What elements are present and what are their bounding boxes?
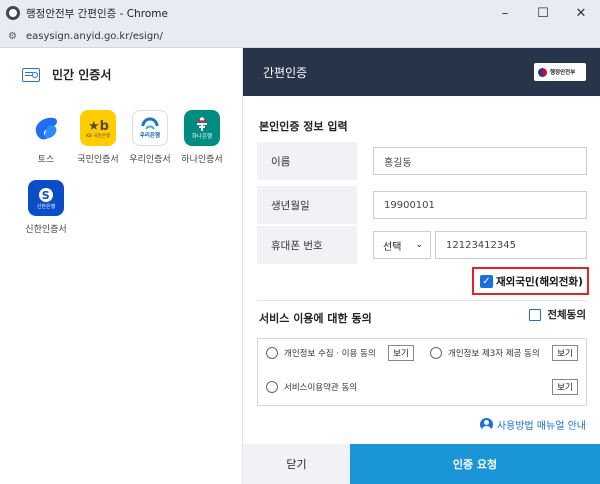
shinhan-logo-text: 신한은행 <box>36 203 56 210</box>
certificate-icon <box>22 67 40 82</box>
gov-logo-text: 행정안전부 <box>550 70 576 76</box>
name-label: 이름 <box>257 142 357 180</box>
radio-icon[interactable] <box>266 381 278 393</box>
name-input[interactable]: 홍길동 <box>373 147 587 175</box>
simple-auth-panel: 간편인증 행정안전부 본인인증 정보 입력 이름 홍길동 생년월일 199001… <box>243 48 600 484</box>
identity-section-title: 본인인증 정보 입력 <box>259 120 348 133</box>
close-window-button[interactable]: ✕ <box>562 0 600 26</box>
hana-logo-text: 하나은행 <box>191 134 213 140</box>
carrier-select[interactable]: 선택 ⌄ <box>373 231 431 259</box>
provider-name: 국민인증서 <box>77 155 119 165</box>
taegeuk-icon <box>538 67 547 77</box>
carrier-select-value: 선택 <box>383 241 402 253</box>
auth-title: 간편인증 <box>263 65 308 80</box>
toss-logo-icon <box>28 110 64 146</box>
provider-woori[interactable]: 우리은행 우리인증서 <box>124 110 176 165</box>
kb-logo-text: KB 국민은행 <box>85 134 111 139</box>
private-cert-panel: 민간 인증서 토스 ★b KB 국민은행 국민인증서 우리은행 우리인증서 하나… <box>0 48 243 484</box>
private-cert-header: 민간 인증서 <box>22 66 111 83</box>
consent-terms[interactable]: 서비스이용약관 동의 <box>266 381 357 393</box>
name-row: 이름 홍길동 <box>257 142 587 180</box>
overseas-label[interactable]: 재외국민(해외전화) <box>496 274 583 289</box>
hana-logo-icon: 하나은행 <box>184 110 220 146</box>
url-text[interactable]: easysign.anyid.go.kr/esign/ <box>26 31 163 42</box>
consent-box: 개인정보 수집 · 이용 동의 보기 개인정보 제3자 제공 동의 보기 서비스… <box>257 338 587 406</box>
private-cert-title: 민간 인증서 <box>52 68 112 82</box>
consent-privacy-collect[interactable]: 개인정보 수집 · 이용 동의 <box>266 347 376 359</box>
shinhan-logo-icon: S 신한은행 <box>28 180 64 216</box>
woori-logo-text: 우리은행 <box>139 133 161 139</box>
provider-name: 신한인증서 <box>25 225 67 235</box>
close-button[interactable]: 닫기 <box>243 444 350 484</box>
provider-kb[interactable]: ★b KB 국민은행 국민인증서 <box>72 110 124 165</box>
address-bar: ⚙ easysign.anyid.go.kr/esign/ <box>0 26 600 48</box>
radio-icon[interactable] <box>430 347 442 359</box>
all-agree-label[interactable]: 전체동의 <box>547 307 586 322</box>
section-divider <box>257 300 587 301</box>
woori-logo-icon: 우리은행 <box>132 110 168 146</box>
app-icon <box>6 6 20 20</box>
provider-name: 우리인증서 <box>129 155 171 165</box>
user-guide-icon <box>479 418 493 431</box>
provider-toss[interactable]: 토스 <box>20 110 72 165</box>
phone-row: 휴대폰 번호 선택 ⌄ 12123412345 <box>257 226 587 264</box>
window-title: 행정안전부 간편인증 - Chrome <box>26 7 168 20</box>
birth-input[interactable]: 19900101 <box>373 191 587 219</box>
chevron-down-icon: ⌄ <box>415 240 423 250</box>
view-third-party-button[interactable]: 보기 <box>552 345 578 361</box>
phone-input[interactable]: 12123412345 <box>435 231 587 259</box>
consent-label: 서비스이용약관 동의 <box>284 383 358 393</box>
window-titlebar: 행정안전부 간편인증 - Chrome – ☐ ✕ <box>0 0 600 26</box>
overseas-checkbox-highlight[interactable]: ✓ 재외국민(해외전화) <box>472 267 589 295</box>
checkbox-checked-icon[interactable]: ✓ <box>480 274 493 288</box>
radio-icon[interactable] <box>266 347 278 359</box>
view-privacy-collect-button[interactable]: 보기 <box>388 345 414 361</box>
svg-text:S: S <box>42 189 50 202</box>
kb-logo-icon: ★b KB 국민은행 <box>80 110 116 146</box>
action-footer: 닫기 인증 요청 <box>243 444 600 484</box>
provider-shinhan[interactable]: S 신한은행 신한인증서 <box>20 180 72 235</box>
birth-row: 생년월일 19900101 <box>257 186 587 224</box>
manual-link[interactable]: 사용방법 매뉴얼 안내 <box>479 417 586 432</box>
consent-label: 개인정보 수집 · 이용 동의 <box>284 349 376 359</box>
phone-label: 휴대폰 번호 <box>257 226 357 264</box>
auth-header: 간편인증 행정안전부 <box>243 48 600 96</box>
provider-name: 토스 <box>37 155 55 165</box>
maximize-button[interactable]: ☐ <box>524 0 562 26</box>
all-agree-checkbox[interactable]: 전체동의 <box>529 307 586 322</box>
consent-label: 개인정보 제3자 제공 동의 <box>448 349 540 359</box>
svg-text:★b: ★b <box>88 119 109 133</box>
view-terms-button[interactable]: 보기 <box>552 379 578 395</box>
provider-hana[interactable]: 하나은행 하나인증서 <box>176 110 228 165</box>
consent-third-party[interactable]: 개인정보 제3자 제공 동의 <box>430 347 540 359</box>
gov-logo: 행정안전부 <box>534 63 586 81</box>
birth-label: 생년월일 <box>257 186 357 224</box>
manual-link-label[interactable]: 사용방법 매뉴얼 안내 <box>497 417 586 432</box>
minimize-button[interactable]: – <box>486 0 524 26</box>
site-info-icon[interactable]: ⚙ <box>8 31 20 42</box>
provider-name: 하나인증서 <box>181 155 223 165</box>
auth-request-button[interactable]: 인증 요청 <box>350 444 600 484</box>
checkbox-unchecked-icon[interactable] <box>529 308 542 321</box>
consent-section-title: 서비스 이용에 대한 동의 <box>259 312 372 325</box>
